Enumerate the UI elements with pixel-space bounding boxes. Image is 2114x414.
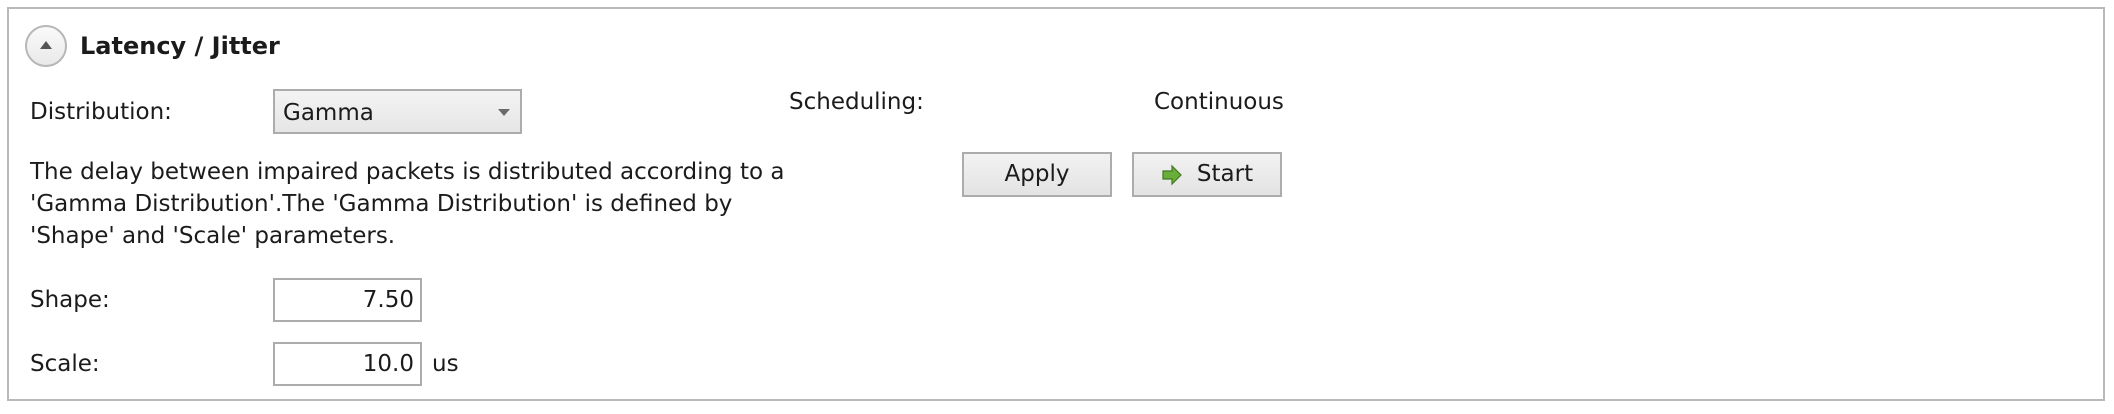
scale-label: Scale: — [30, 351, 100, 377]
distribution-label: Distribution: — [30, 99, 172, 125]
collapse-button[interactable] — [25, 25, 67, 67]
shape-label: Shape: — [30, 287, 110, 313]
apply-button[interactable]: Apply — [962, 152, 1112, 197]
shape-input[interactable]: 7.50 — [273, 278, 422, 322]
distribution-select[interactable]: Gamma — [273, 89, 522, 134]
distribution-selected-value: Gamma — [283, 100, 374, 126]
play-arrow-icon — [1162, 164, 1182, 185]
scheduling-label: Scheduling: — [789, 89, 924, 115]
dropdown-arrow-icon — [498, 109, 510, 116]
scale-unit: us — [432, 351, 459, 377]
start-button-label: Start — [1196, 161, 1254, 187]
latency-jitter-panel: Latency / Jitter Distribution: Gamma The… — [7, 7, 2105, 401]
apply-button-label: Apply — [1004, 161, 1070, 187]
distribution-description: The delay between impaired packets is di… — [30, 159, 785, 249]
scheduling-value: Continuous — [1154, 89, 1284, 115]
section-title: Latency / Jitter — [80, 32, 280, 60]
scale-input[interactable]: 10.0 — [273, 342, 422, 386]
chevron-up-icon — [40, 41, 52, 49]
start-button[interactable]: Start — [1132, 152, 1282, 197]
